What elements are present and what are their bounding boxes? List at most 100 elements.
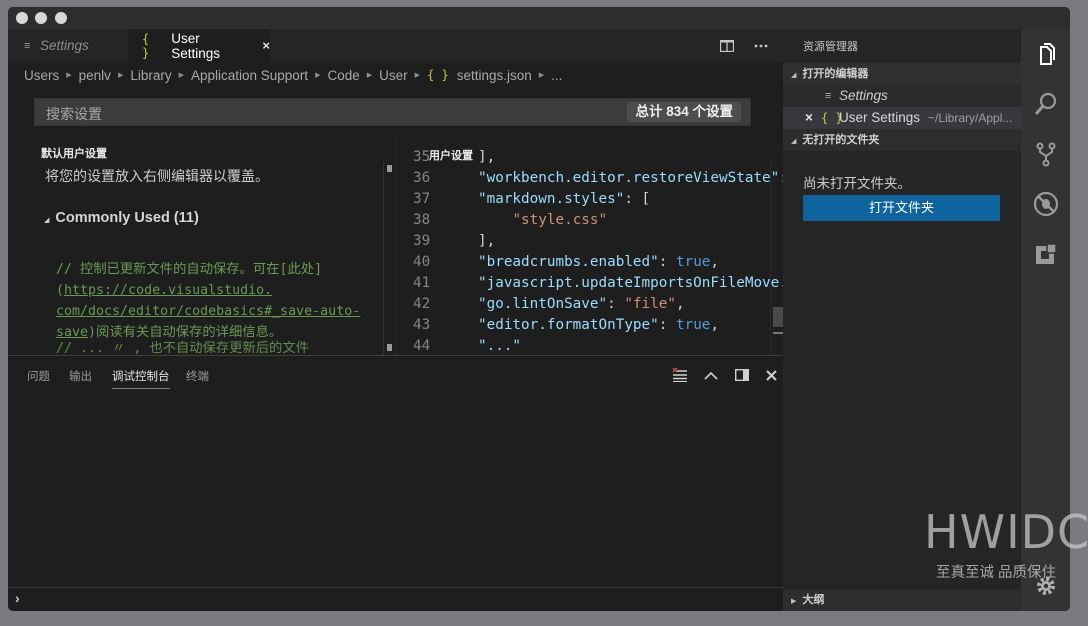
line-number: 38 — [413, 212, 431, 228]
line-number: 41 — [413, 275, 431, 291]
doc-link[interactable]: com/docs/editor/codebasics#_save-auto- — [56, 304, 360, 319]
breadcrumb-item[interactable]: Application Support — [191, 68, 308, 83]
panel-actions — [672, 368, 777, 382]
minimize-window-button[interactable] — [35, 12, 47, 24]
line-text: "javascript.updateImportsOnFileMove.e — [478, 275, 783, 291]
no-folder-header[interactable]: ◢ 无打开的文件夹 — [783, 129, 1021, 151]
chevron-right-icon: ▶ — [117, 72, 124, 79]
line-text: ], — [478, 233, 495, 249]
header-label: 无打开的文件夹 — [802, 134, 880, 146]
debug-icon[interactable] — [1033, 191, 1059, 217]
code-token: "breadcrumbs.enabled" — [478, 254, 659, 270]
watermark-slogan: 至真至诚 品质保住 — [936, 565, 1057, 581]
tab-label: User Settings — [171, 30, 220, 61]
debug-console-input[interactable]: › — [8, 587, 783, 611]
source-control-icon[interactable] — [1033, 141, 1059, 167]
panel-tab-debug-console[interactable]: 调试控制台 — [112, 368, 170, 389]
tab-settings[interactable]: ≡ Settings — [8, 29, 128, 62]
watermark-logo: HWIDC — [924, 505, 1088, 559]
code-token: : — [607, 296, 625, 312]
code-token: , — [676, 296, 685, 312]
section-commonly-used[interactable]: ◢ Commonly Used (11) — [44, 210, 199, 226]
breadcrumb-item[interactable]: Code — [327, 68, 359, 83]
panel-tab-problems[interactable]: 问题 — [27, 368, 50, 384]
breadcrumb-item[interactable]: Library — [130, 68, 171, 83]
breadcrumb-item[interactable]: ... — [551, 68, 562, 83]
chevron-right-icon: ▶ — [538, 72, 545, 79]
breadcrumb-item[interactable]: Users — [24, 68, 59, 83]
doc-link[interactable]: https://code.visualstudio. — [64, 283, 272, 298]
json-braces-icon: { } — [427, 68, 449, 82]
comment-line: // 控制已更新文件的自动保存。可在[此处] — [56, 259, 391, 280]
code-token: "go.lintOnSave" — [478, 296, 608, 312]
chevron-right-icon: › — [15, 590, 20, 606]
extensions-icon[interactable] — [1033, 241, 1059, 267]
breadcrumb-item[interactable]: penlv — [79, 68, 111, 83]
chevron-right-icon: ▶ — [66, 72, 72, 79]
panel-tab-output[interactable]: 输出 — [69, 368, 92, 384]
breadcrumb-item[interactable]: settings.json — [457, 68, 532, 83]
code-token: , — [710, 254, 720, 270]
open-folder-button[interactable]: 打开文件夹 — [803, 195, 1000, 221]
collapse-triangle-icon: ◢ — [791, 72, 797, 79]
comment-text: // 控制已更新文件的自动保存。可在[此处] — [56, 262, 323, 277]
open-editor-item[interactable]: ≡ Settings — [783, 85, 1021, 107]
toggle-layout-icon[interactable] — [735, 369, 749, 381]
code-token: , — [710, 317, 720, 333]
scroll-marker — [387, 165, 392, 172]
code-token: : [ — [624, 191, 651, 207]
more-actions-icon[interactable] — [754, 44, 768, 48]
close-tab-icon[interactable]: × — [262, 38, 270, 53]
comment-text: ( — [56, 283, 65, 298]
breadcrumb: Users ▶ penlv ▶ Library ▶ Application Suppo… — [24, 65, 562, 85]
split-editor-icon[interactable] — [720, 39, 734, 52]
expand-triangle-icon: ▶ — [791, 598, 797, 605]
right-pane-scrollbar[interactable] — [770, 157, 784, 357]
open-editor-label: User Settings — [839, 110, 921, 125]
open-editors-header[interactable]: ◢ 打开的编辑器 — [783, 63, 1021, 85]
search-settings-input[interactable]: 搜索设置 总计 834 个设置 — [34, 98, 751, 126]
section-title: Commonly Used (11) — [55, 210, 199, 226]
line-text: "go.lintOnSave": "file", — [478, 296, 685, 312]
setting-comment: // 控制已更新文件的自动保存。可在[此处] (https://code.vis… — [56, 259, 391, 355]
menu-icon: ≡ — [24, 39, 31, 52]
open-editor-item[interactable]: × { } User Settings ~/Library/Appl... — [783, 107, 1021, 129]
override-hint: 将您的设置放入右侧编辑器以覆盖。 — [45, 168, 269, 184]
chevron-right-icon: ▶ — [414, 72, 421, 79]
clear-console-icon[interactable] — [672, 368, 687, 382]
code-token: "style.css" — [512, 212, 608, 228]
line-text: "workbench.editor.restoreViewState": — [478, 170, 783, 186]
header-label: 大纲 — [802, 594, 825, 606]
explorer-title: 资源管理器 — [803, 41, 858, 53]
close-window-button[interactable] — [16, 12, 28, 24]
tab-user-settings[interactable]: { } User Settings × — [128, 29, 270, 62]
line-text: ], — [478, 149, 495, 165]
left-pane-scrollbar[interactable] — [383, 162, 395, 357]
close-editor-icon[interactable]: × — [805, 107, 813, 129]
line-text: "breadcrumbs.enabled": true, — [478, 254, 719, 270]
panel-tab-terminal[interactable]: 终端 — [186, 368, 209, 384]
outline-header[interactable]: ▶ 大纲 — [783, 589, 1021, 611]
maximize-panel-icon[interactable] — [704, 371, 718, 380]
line-text: "editor.formatOnType": true, — [478, 317, 719, 333]
line-number: 36 — [413, 170, 431, 186]
vscode-window: ≡ Settings { } User Settings × Users ▶ pe… — [8, 7, 1070, 611]
maximize-window-button[interactable] — [55, 12, 67, 24]
explorer-icon[interactable] — [1033, 41, 1059, 67]
code-token: : — [658, 254, 676, 270]
no-folder-message: 尚未打开文件夹。 — [803, 176, 911, 191]
code-token: true — [675, 317, 711, 333]
close-panel-icon[interactable] — [766, 369, 777, 381]
scroll-marker — [387, 344, 392, 351]
collapse-triangle-icon: ◢ — [791, 138, 797, 145]
search-icon[interactable] — [1033, 91, 1059, 117]
collapse-triangle-icon: ◢ — [44, 217, 50, 224]
line-number: 43 — [413, 317, 431, 333]
line-number: 39 — [413, 233, 431, 249]
code-token: "workbench.editor.restoreViewState" — [478, 170, 780, 186]
user-settings-pane[interactable]: 用户设置 35], 36 "workbench.editor.restoreView… — [396, 137, 783, 355]
breadcrumb-item[interactable]: User — [379, 68, 408, 83]
code-token: "markdown.styles" — [478, 191, 625, 207]
line-number: 37 — [413, 191, 431, 207]
